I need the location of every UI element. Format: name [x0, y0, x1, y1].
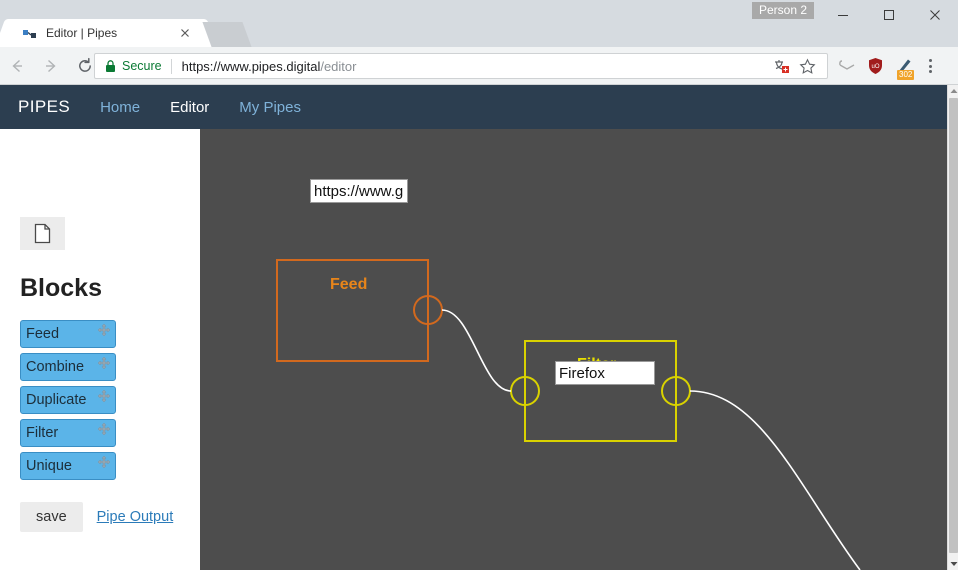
pipes-favicon: [22, 25, 38, 41]
pen-badge: 302: [897, 70, 915, 80]
block-item-feed[interactable]: Feed: [20, 320, 116, 348]
sidebar-actions: save Pipe Output: [20, 502, 173, 532]
url-path: /editor: [320, 58, 357, 74]
minimize-icon[interactable]: [820, 0, 866, 30]
move-cross-icon[interactable]: [97, 323, 111, 337]
pipe-canvas[interactable]: Feed Filter: [200, 129, 947, 570]
document-page-icon[interactable]: [20, 217, 65, 250]
block-label: Combine: [26, 359, 85, 375]
node-filter-term-input[interactable]: [555, 361, 655, 385]
window-controls: [820, 0, 958, 30]
security-label: Secure: [122, 59, 162, 73]
forward-arrow-icon[interactable]: [34, 47, 68, 85]
scrollbar-thumb[interactable]: [949, 98, 958, 553]
url-origin: https://www.pipes.digital: [181, 58, 321, 74]
connection-feed-to-filter[interactable]: [441, 309, 512, 392]
menu-dot: [928, 59, 932, 62]
pipe-output-link[interactable]: Pipe Output: [97, 509, 174, 525]
ublock-shield-icon[interactable]: uO: [861, 53, 890, 79]
menu-dot: [928, 64, 932, 68]
block-label: Unique: [26, 458, 72, 474]
node-feed-title: Feed: [330, 276, 368, 293]
move-cross-icon[interactable]: [97, 455, 111, 469]
omnibox-divider: [170, 58, 172, 74]
person-label[interactable]: Person 2: [752, 2, 815, 19]
block-label: Filter: [26, 425, 59, 441]
nav-link-my-pipes[interactable]: My Pipes: [239, 99, 301, 116]
connection-filter-to-output[interactable]: [689, 390, 861, 570]
tab-close-icon[interactable]: [178, 26, 192, 40]
block-label: Duplicate: [26, 392, 87, 408]
back-arrow-icon[interactable]: [0, 47, 34, 85]
pocket-icon[interactable]: [832, 53, 861, 79]
pen-icon[interactable]: 302: [890, 53, 919, 80]
tab-title: Editor | Pipes: [46, 26, 118, 40]
block-item-duplicate[interactable]: Duplicate: [20, 386, 116, 414]
address-bar[interactable]: Secure https://www.pipes.digital/editor: [94, 53, 828, 79]
block-item-combine[interactable]: Combine: [20, 353, 116, 381]
nav-link-editor[interactable]: Editor: [170, 99, 209, 116]
page-title: Blocks: [20, 274, 102, 302]
title-bar: Editor | Pipes Person 2: [0, 0, 958, 47]
scroll-down-arrow-icon[interactable]: [948, 558, 958, 570]
star-icon[interactable]: [794, 55, 820, 77]
block-item-filter[interactable]: Filter: [20, 419, 116, 447]
move-cross-icon[interactable]: [97, 389, 111, 403]
extension-icons: uO 302: [832, 53, 941, 80]
block-label: Feed: [26, 326, 60, 342]
site-brand[interactable]: PIPES: [18, 97, 70, 117]
svg-text:uO: uO: [871, 64, 879, 70]
page-scrollbar[interactable]: [947, 85, 958, 570]
nav-link-home[interactable]: Home: [100, 99, 140, 116]
save-button[interactable]: save: [20, 502, 83, 532]
url-text: https://www.pipes.digital/editor: [182, 59, 357, 74]
node-feed-url-input[interactable]: [310, 179, 408, 203]
block-item-unique[interactable]: Unique: [20, 452, 116, 480]
chrome-menu-icon[interactable]: [919, 53, 941, 79]
close-icon[interactable]: [912, 0, 958, 30]
block-palette: Feed Combine Duplicate Filter Unique: [20, 320, 116, 485]
new-tab-icon[interactable]: [202, 22, 252, 47]
site-navbar: PIPES Home Editor My Pipes: [0, 85, 947, 129]
lock-icon: [105, 59, 116, 73]
omnibox-actions: [768, 55, 827, 77]
menu-dot: [928, 70, 932, 73]
maximize-icon[interactable]: [866, 0, 912, 30]
move-cross-icon[interactable]: [97, 356, 111, 370]
browser-tab[interactable]: Editor | Pipes: [8, 19, 204, 47]
editor-sidebar: Blocks Feed Combine Duplicate Filter Uni…: [0, 129, 200, 570]
scroll-up-arrow-icon[interactable]: [948, 85, 958, 97]
page-content: PIPES Home Editor My Pipes Blocks Feed C…: [0, 85, 958, 570]
browser-window: Editor | Pipes Person 2 Secure https://w…: [0, 0, 958, 570]
translate-icon[interactable]: [768, 55, 794, 77]
move-cross-icon[interactable]: [97, 422, 111, 436]
